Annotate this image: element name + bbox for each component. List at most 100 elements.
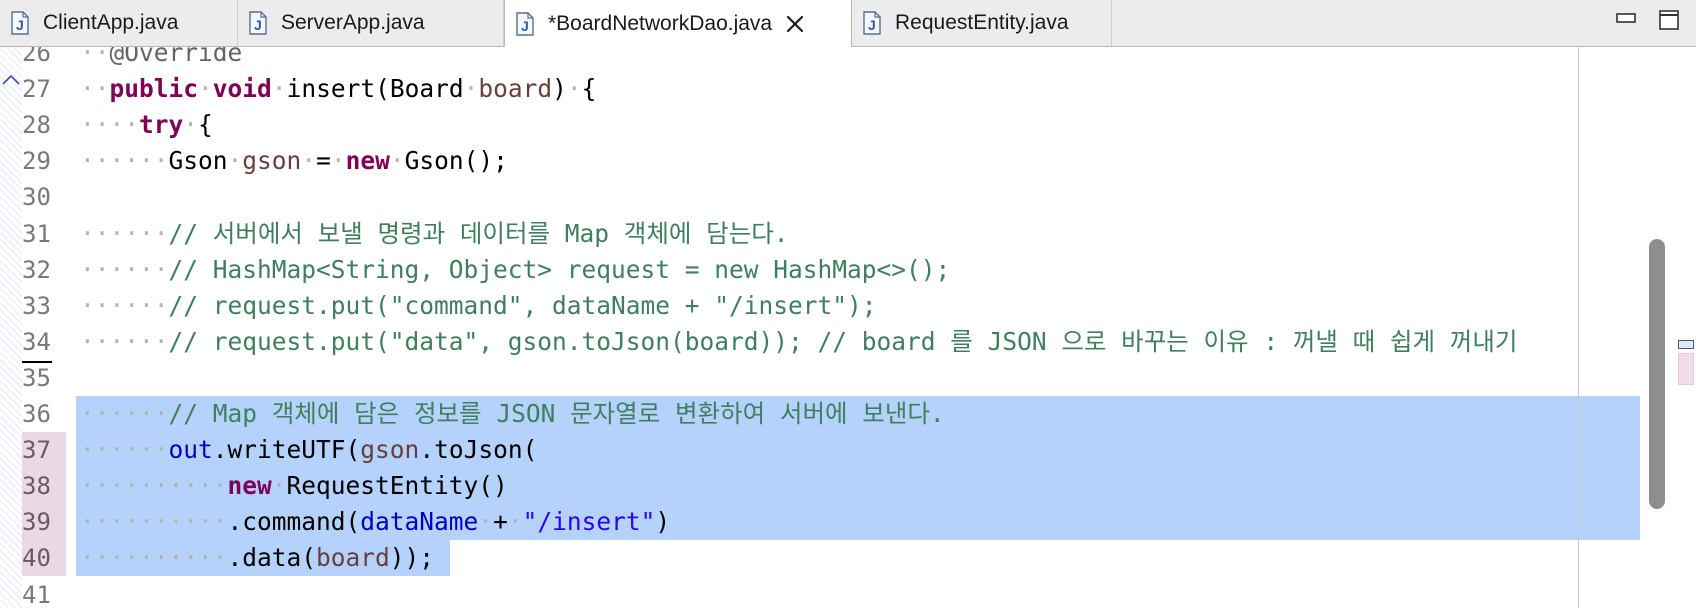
code-token: · <box>301 146 317 176</box>
code-token: RequestEntity() <box>286 471 508 501</box>
code-token: · <box>183 110 199 140</box>
code-token: "/insert" <box>522 507 656 537</box>
tab-board-network-dao[interactable]: J *BoardNetworkDao.java <box>504 0 852 47</box>
code-token: Gson(); <box>404 146 508 176</box>
maximize-icon[interactable] <box>1657 8 1681 32</box>
code-token: try <box>139 110 184 140</box>
code-token: ······ <box>80 399 169 428</box>
svg-text:J: J <box>16 17 24 33</box>
code-token: ·········· <box>80 507 228 537</box>
line-number: 36 <box>22 400 51 428</box>
code-token: insert(Board <box>286 74 464 104</box>
code-line[interactable]: 32 ······// HashMap<String, Object> reque… <box>0 252 1696 288</box>
tab-label: ClientApp.java <box>43 11 179 34</box>
java-file-icon: J <box>516 11 534 36</box>
code-token: · <box>566 74 582 104</box>
tab-label: RequestEntity.java <box>895 11 1069 34</box>
line-number: 37 <box>22 432 66 469</box>
code-token: ···· <box>80 110 140 140</box>
code-token: // Map 객체에 담은 정보를 JSON 문자열로 변환하여 서버에 보낸다… <box>168 399 945 428</box>
line-number: 35 <box>22 363 51 392</box>
code-token: ······ <box>80 218 169 248</box>
code-text: ······// Map 객체에 담은 정보를 JSON 문자열로 변환하여 서… <box>80 396 945 432</box>
tab-server-app[interactable]: J ServerApp.java <box>238 0 504 46</box>
code-line[interactable]: 41 <box>0 577 1696 608</box>
code-token: · <box>227 146 243 176</box>
line-number: 40 <box>22 540 66 577</box>
code-token: // 서버에서 보낼 명령과 데이터를 Map 객체에 담는다. <box>168 218 789 248</box>
code-line[interactable]: 28 ····try·{ <box>0 107 1696 143</box>
overview-ruler[interactable] <box>1677 47 1696 608</box>
code-token: // request.put("command", dataName + "/i… <box>168 290 877 320</box>
line-number: 26 <box>22 47 51 67</box>
code-token: .data( <box>227 543 317 573</box>
close-icon[interactable] <box>784 13 806 35</box>
code-line[interactable]: 26 ··@Override <box>0 47 1696 71</box>
java-file-icon: J <box>249 11 267 35</box>
tab-request-entity[interactable]: J RequestEntity.java <box>852 0 1112 46</box>
code-token: ) <box>655 507 671 537</box>
code-token: .toJson( <box>419 435 538 465</box>
tab-label: *BoardNetworkDao.java <box>548 11 773 35</box>
line-number: 34 <box>22 327 51 356</box>
code-line[interactable]: 35 <box>0 360 1696 396</box>
code-token: new <box>345 146 390 176</box>
code-token: )); <box>389 543 435 573</box>
code-token: board <box>316 543 390 573</box>
code-text: ······out.writeUTF(gson.toJson( <box>80 432 537 468</box>
tab-client-app[interactable]: J ClientApp.java <box>0 0 238 46</box>
code-editor[interactable]: 26 ··@Override 27 ··public·void·insert(Boar… <box>0 47 1696 608</box>
overview-mark-current[interactable] <box>1678 340 1694 349</box>
code-token: · <box>478 507 494 537</box>
code-token: out <box>168 435 213 465</box>
code-token: new <box>227 471 272 501</box>
code-token: ·········· <box>80 543 228 573</box>
code-line[interactable]: 39 ··········.command(dataName·+·"/insert… <box>0 504 1696 541</box>
java-file-icon: J <box>11 11 29 35</box>
line-number: 29 <box>22 147 51 176</box>
current-line-indicator <box>22 361 52 363</box>
code-line[interactable]: 38 ··········new·RequestEntity() <box>0 468 1696 505</box>
code-line[interactable]: 34 ······// request.put("data", gson.toJs… <box>0 324 1696 360</box>
overview-mark-selection[interactable] <box>1678 353 1694 385</box>
code-token: ·········· <box>80 471 228 501</box>
code-text: ··········.data(board)); <box>80 540 434 576</box>
code-line[interactable]: 40 ··········.data(board)); <box>0 540 1696 577</box>
code-token: .writeUTF( <box>212 435 361 465</box>
override-marker-icon <box>2 75 20 85</box>
code-token: // HashMap<String, Object> request = new… <box>168 254 951 284</box>
code-token: ······ <box>80 146 169 176</box>
code-token: · <box>271 74 287 104</box>
code-token: ·· <box>80 47 110 67</box>
code-line[interactable]: 31 ······// 서버에서 보낼 명령과 데이터를 Map 객체에 담는다. <box>0 216 1696 252</box>
code-line[interactable]: 27 ··public·void·insert(Board·board)·{ <box>0 71 1696 107</box>
vertical-scrollbar[interactable] <box>1640 47 1680 608</box>
code-text: ······// request.put("command", dataName… <box>80 288 877 324</box>
code-token: gson <box>360 435 420 465</box>
code-token: · <box>271 471 287 501</box>
code-token: dataName <box>360 507 479 537</box>
code-token: · <box>330 146 346 176</box>
code-token: { <box>581 74 597 104</box>
code-line[interactable]: 29 ······Gson·gson·=·new·Gson(); <box>0 143 1696 179</box>
code-line[interactable]: 37 ······out.writeUTF(gson.toJson( <box>0 432 1696 469</box>
code-token: · <box>463 74 479 104</box>
scrollbar-thumb[interactable] <box>1649 239 1665 509</box>
tab-label: ServerApp.java <box>281 11 425 34</box>
code-token: @Override <box>109 47 243 67</box>
code-line[interactable]: 33 ······// request.put("command", dataNa… <box>0 288 1696 324</box>
line-number: 28 <box>22 111 51 140</box>
code-line[interactable]: 30 <box>0 179 1696 215</box>
code-token: ······ <box>80 435 169 465</box>
code-token: · <box>507 507 523 537</box>
svg-text:J: J <box>868 17 876 33</box>
code-token: ······ <box>80 290 169 320</box>
minimize-icon[interactable] <box>1614 8 1638 32</box>
print-margin-line <box>1578 47 1579 608</box>
code-token: ) <box>552 74 567 104</box>
line-number: 39 <box>22 504 66 541</box>
code-line[interactable]: 36 ······// Map 객체에 담은 정보를 JSON 문자열로 변환하여… <box>0 396 1696 432</box>
code-text: ····try·{ <box>80 107 213 143</box>
line-number: 27 <box>22 75 51 104</box>
code-token: ······ <box>80 326 169 356</box>
